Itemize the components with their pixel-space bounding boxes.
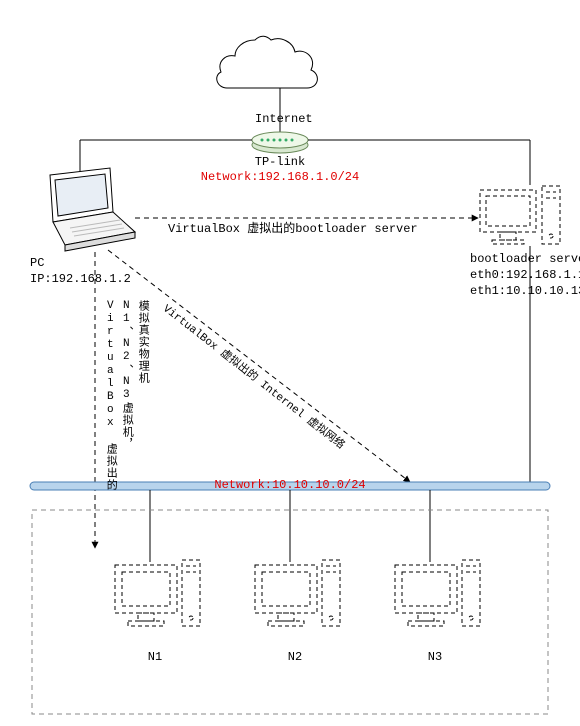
pc-name: PC (30, 256, 44, 272)
node-n3-icon (395, 560, 480, 626)
pc-laptop-icon (50, 168, 135, 251)
edge-vertical-label-2: N1、N2、N3虚拟机， (119, 300, 133, 450)
node-n3-label: N3 (420, 650, 450, 666)
cloud-icon (217, 36, 318, 88)
bus-network-label: Network:10.10.10.0/24 (190, 478, 390, 494)
server-eth0: eth0:192.168.1.13 (470, 268, 580, 284)
node-n2-icon (255, 560, 340, 626)
server-eth1: eth1:10.10.10.13 (470, 284, 580, 300)
edge-vertical-label-1: VirtualBox 虚拟出的 (103, 300, 117, 491)
edge-pc-to-server: VirtualBox 虚拟出的bootloader server (168, 222, 418, 238)
internet-label: Internet (255, 112, 305, 128)
node-n1-icon (115, 560, 200, 626)
node-n2-label: N2 (280, 650, 310, 666)
router-name: TP-link (250, 155, 310, 171)
server-name: bootloader server (470, 252, 580, 268)
diagram-svg (0, 0, 580, 726)
edge-vertical-label-3: 模拟真实物理机 (135, 300, 149, 384)
router-network: Network:192.168.1.0/24 (190, 170, 370, 186)
node-n1-label: N1 (140, 650, 170, 666)
bootloader-server-icon (480, 186, 560, 244)
router-icon (252, 132, 308, 153)
pc-ip: IP:192.168.1.2 (30, 272, 131, 288)
